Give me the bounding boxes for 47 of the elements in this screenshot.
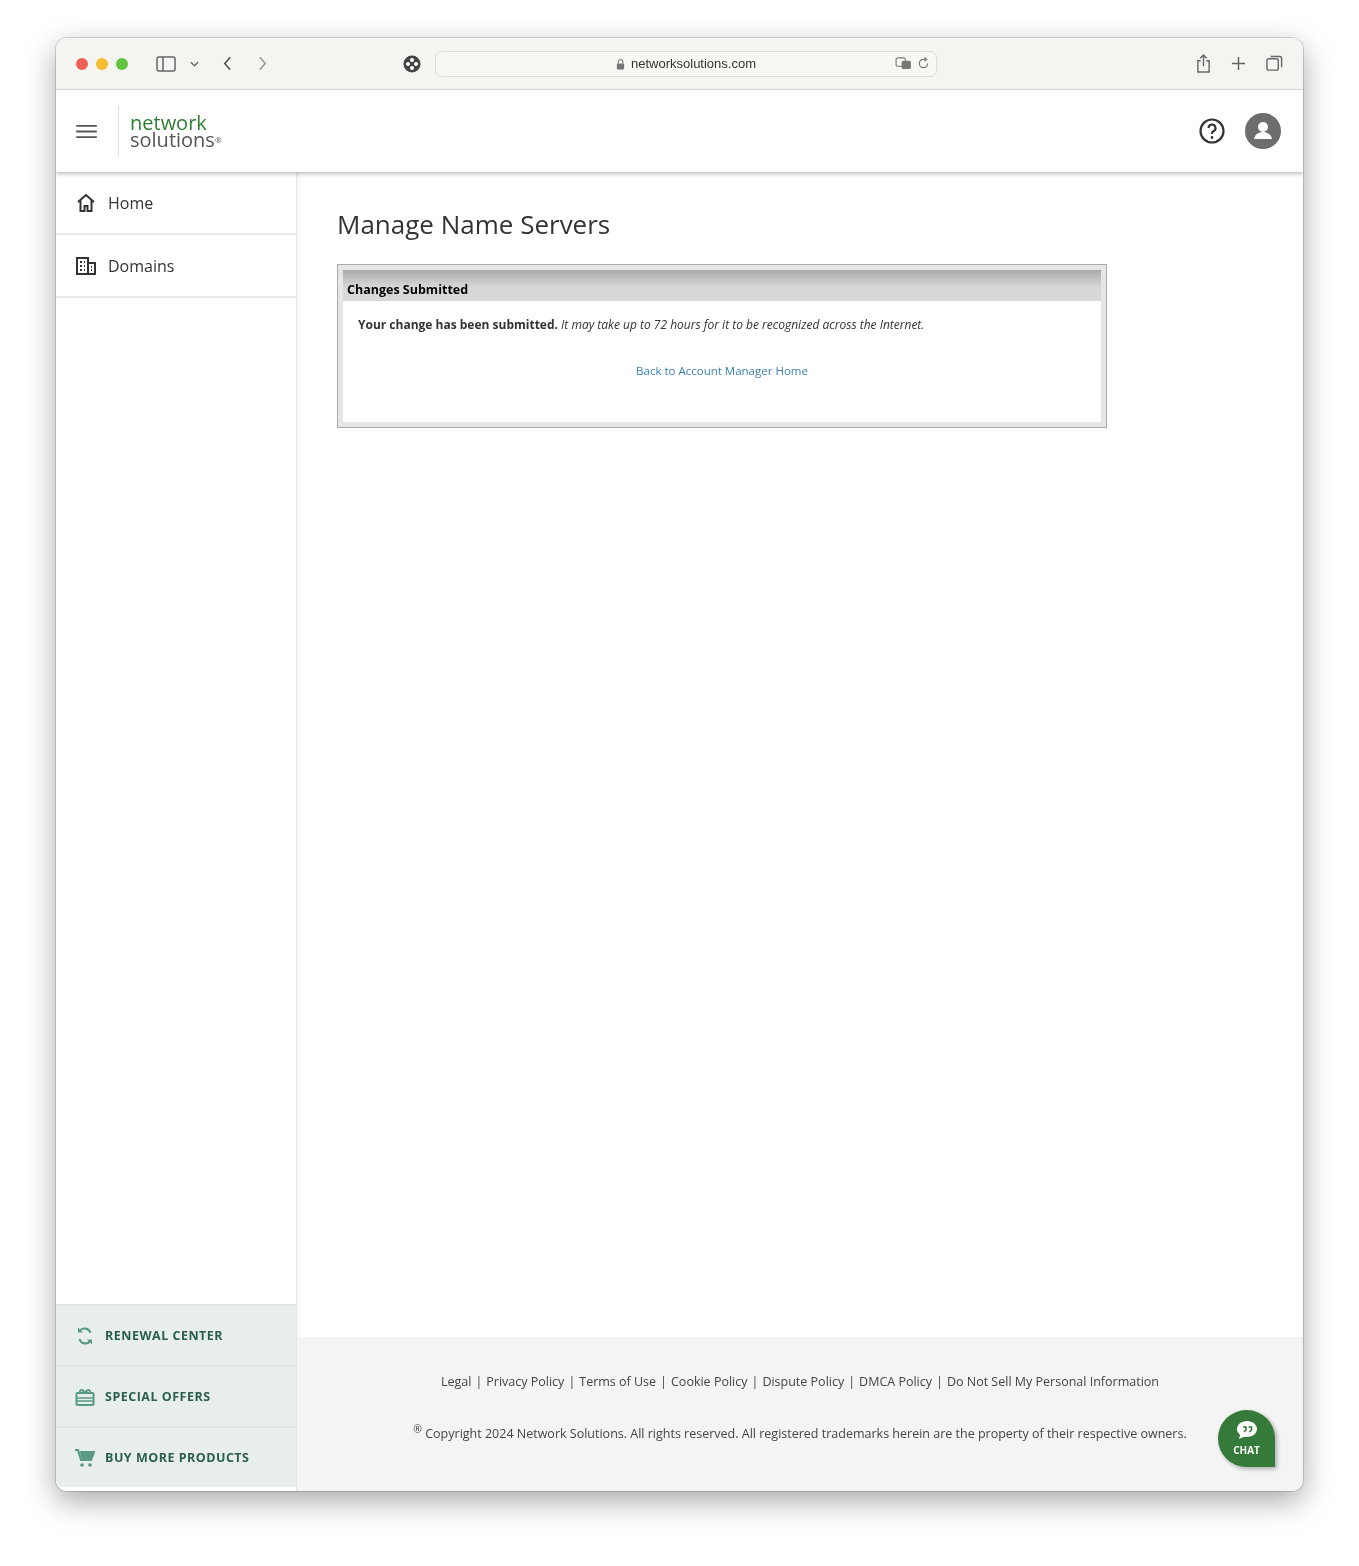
plus-icon[interactable] [1231,56,1246,71]
footer-link[interactable]: Legal [441,1373,472,1390]
lock-icon [616,57,625,70]
translate-icon[interactable] [895,56,912,70]
page-title: Manage Name Servers [337,206,612,242]
separator: | [751,1373,759,1390]
chevron-down-icon[interactable] [190,60,199,67]
back-icon[interactable] [223,56,232,71]
footer-link[interactable]: Terms of Use [579,1373,657,1390]
reload-icon[interactable] [917,56,930,70]
refresh-icon [75,1325,95,1346]
footer-link[interactable]: Do Not Sell My Personal Information [946,1373,1159,1390]
separator: | [475,1373,483,1390]
avatar-icon[interactable] [1245,113,1281,149]
logo[interactable]: network solutions$^{®}$ [118,106,222,156]
sidebar-toggle-icon[interactable] [156,55,176,72]
promo-link[interactable]: SPECIAL OFFERS [56,1365,296,1426]
confirmation-message: Your change has been submitted. It may take up to 72 hours for it to be recognized across the Internet. [358,316,926,333]
gift-icon [75,1386,95,1407]
menu-icon[interactable] [76,123,97,139]
separator: | [660,1373,667,1390]
tabs-icon[interactable] [1266,55,1283,72]
help-icon[interactable] [1199,118,1225,144]
url-text: networksolutions.com [631,56,756,71]
promo-link[interactable]: RENEWAL CENTER [56,1304,296,1365]
window-control-icon[interactable] [76,57,88,70]
address-bar[interactable]: networksolutions.com [435,50,937,77]
cart-icon [75,1447,95,1468]
footer-link[interactable]: DMCA Policy [859,1373,932,1390]
nav-item[interactable]: Home [56,172,296,235]
promo-link[interactable]: BUY MORE PRODUCTS [56,1426,296,1487]
panel-header: Changes Submitted [343,270,1101,301]
separator: | [936,1373,943,1390]
chat-icon [1235,1420,1258,1440]
copyright-text: $^{®}$ Copyright 2024 Network Solutions. All rights reserved. All registered trademarks herein are the property of their respective owners. [413,1422,1187,1443]
separator: | [568,1373,576,1390]
home-icon [76,192,96,213]
back-link[interactable]: Back to Account Manager Home [636,363,808,378]
footer-link[interactable]: Dispute Policy [762,1373,845,1390]
footer-link[interactable]: Cookie Policy [671,1373,748,1390]
footer-link[interactable]: Privacy Policy [486,1373,565,1390]
share-icon[interactable] [1196,54,1211,73]
separator: | [848,1373,856,1390]
forward-icon[interactable] [258,56,267,71]
nav-item[interactable]: Domains [56,235,296,298]
building-icon [76,255,96,276]
extension-icon[interactable] [403,54,421,73]
